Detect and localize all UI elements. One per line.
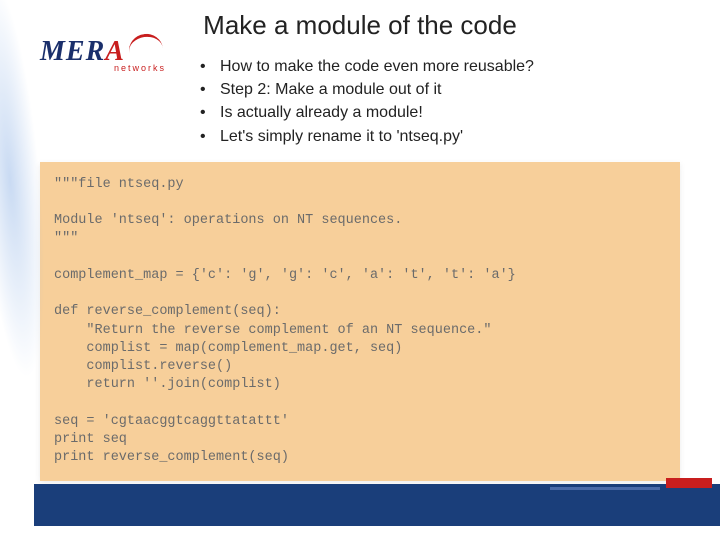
brand-logo: MERA networks xyxy=(40,38,170,88)
code-block: """file ntseq.py Module 'ntseq': operati… xyxy=(40,162,680,482)
footer-red-accent xyxy=(666,478,712,488)
bullet-item: Let's simply rename it to 'ntseq.py' xyxy=(200,125,720,148)
footer-stripe xyxy=(550,487,660,490)
footer-blue-bar xyxy=(34,484,720,526)
bullet-item: Is actually already a module! xyxy=(200,101,720,124)
logo-word-pre: MER xyxy=(40,36,105,67)
bullet-item: How to make the code even more reusable? xyxy=(200,55,720,78)
bullet-item: Step 2: Make a module out of it xyxy=(200,78,720,101)
footer-bar xyxy=(0,484,720,526)
bullet-list: How to make the code even more reusable?… xyxy=(200,55,720,148)
